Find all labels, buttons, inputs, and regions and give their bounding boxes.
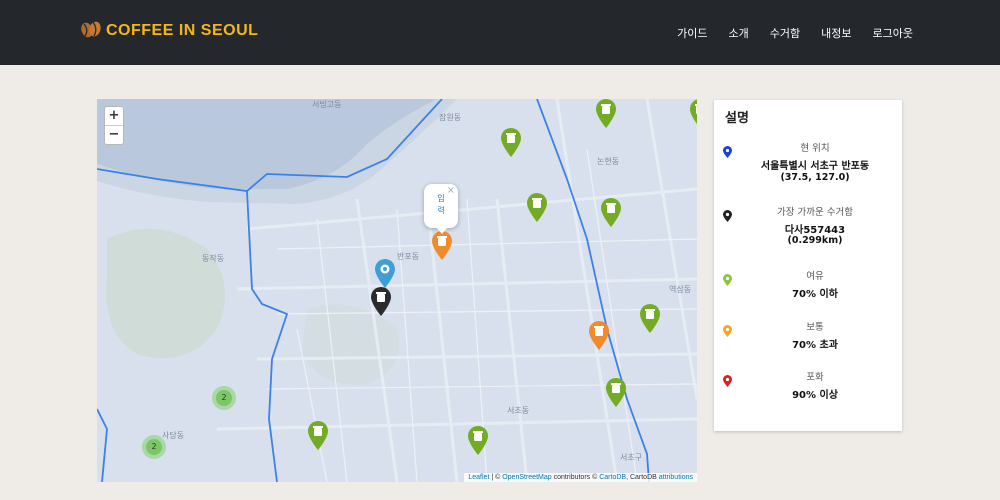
coffee-bean-icon [80,19,102,43]
legend-level-value: 70% 초과 [792,340,838,351]
trash-bin-icon [371,287,391,316]
legend-current-location: 현 위치 서울특별시 서초구 반포동 (37.5, 127.0) [714,140,902,195]
trash-bin-icon [690,99,697,125]
bin-marker-green[interactable] [526,193,548,223]
legend-level-value: 90% 이상 [792,390,838,401]
brand-title[interactable]: COFFEE IN SEOUL [106,22,258,40]
trash-bin-icon [432,231,452,260]
nav-about[interactable]: 소개 [729,25,749,41]
trash-bin-icon [527,193,547,222]
osm-link[interactable]: OpenStreetMap [502,474,551,481]
trash-bin-icon [606,378,626,407]
legend-nearest-bin: 가장 가까운 수거함 다사557443 (0.299km) [714,204,902,259]
legend-level-label: 보통 [806,322,824,333]
nearest-bin-marker[interactable] [370,287,392,317]
navbar: COFFEE IN SEOUL 가이드 소개 수거함 내정보 로그아웃 [0,0,1000,65]
place-label: 서초동 [507,406,530,415]
place-label: 논현동 [597,157,620,166]
legend-level-label: 여유 [806,271,824,282]
popup-text: 입력 [437,194,445,215]
bin-marker-green[interactable] [689,99,697,129]
legend-panel: 설명 현 위치 서울특별시 서초구 반포동 (37.5, 127.0) 가장 가… [714,100,902,431]
cluster-count: 2 [146,439,162,455]
popup-tip [436,227,448,234]
zoom-control: + − [104,106,124,145]
legend-level-normal: 보통 70% 초과 [714,319,902,359]
bin-marker-green[interactable] [500,128,522,158]
popup-close-button[interactable]: × [447,185,455,196]
trash-bin-icon [589,321,609,350]
attribution-separator: | © [489,474,503,481]
bin-marker-green[interactable] [639,304,661,334]
legend-current-address: 서울특별시 서초구 반포동 [760,161,870,172]
legend-nearest-distance: (0.299km) [787,235,843,246]
nav-logout[interactable]: 로그아웃 [873,25,913,41]
legend-level-label: 포화 [806,372,824,383]
brand[interactable]: COFFEE IN SEOUL [80,19,258,43]
cluster-count: 2 [216,390,232,406]
leaflet-link[interactable]: Leaflet [468,474,489,481]
trash-bin-icon [308,421,328,450]
zoom-in-button[interactable]: + [105,107,123,126]
cartodb-link[interactable]: CartoDB [599,474,626,481]
trash-bin-icon [596,99,616,128]
bin-marker-green[interactable] [307,421,329,451]
legend-level-free: 여유 70% 이하 [714,268,902,308]
coffee-icon [375,259,395,288]
place-label: 서초구 [620,453,643,462]
zoom-out-button[interactable]: − [105,126,123,144]
place-label: 서빙고동 [312,100,342,109]
trash-bin-icon [468,426,488,455]
nav-bins[interactable]: 수거함 [770,25,800,41]
place-label: 동작동 [202,254,225,263]
map-attribution: Leaflet | © OpenStreetMap contributors ©… [464,473,697,482]
trash-bin-icon [501,128,521,157]
legend-nearest-label: 가장 가까운 수거함 [777,207,853,218]
place-label: 역삼동 [669,285,692,294]
attributions-link[interactable]: attributions [659,474,693,481]
attribution-contributors: contributors © [551,474,600,481]
legend-level-value: 70% 이하 [792,289,838,300]
bin-marker-green[interactable] [595,99,617,129]
legend-title: 설명 [725,111,749,126]
bin-marker-green[interactable] [605,378,627,408]
marker-cluster[interactable]: 2 [212,386,236,410]
map[interactable]: 서빙고동 잠원동 반포동 동작동 사당동 서초동 논현동 역삼동 서초구 + −… [97,99,697,482]
trash-bin-icon [601,198,621,227]
place-label: 반포동 [397,252,420,261]
marker-popup: × 입력 [424,184,458,234]
bin-marker-green[interactable] [467,426,489,456]
place-label: 사당동 [162,431,185,440]
legend-current-coords: (37.5, 127.0) [780,172,850,183]
attribution-separator: , CartoDB [626,474,659,481]
bin-marker-green[interactable] [600,198,622,228]
nav-menu: 가이드 소개 수거함 내정보 로그아웃 [656,0,913,65]
place-label: 잠원동 [439,113,462,122]
trash-bin-icon [640,304,660,333]
current-location-marker[interactable] [374,259,396,289]
bin-marker-orange[interactable] [431,231,453,261]
bin-marker-orange[interactable] [588,321,610,351]
nav-guide[interactable]: 가이드 [677,25,707,41]
legend-current-label: 현 위치 [800,143,830,154]
legend-level-full: 포화 90% 이상 [714,369,902,409]
nav-my-info[interactable]: 내정보 [821,25,851,41]
marker-cluster[interactable]: 2 [142,435,166,459]
legend-nearest-id: 다사557443 [784,225,846,236]
